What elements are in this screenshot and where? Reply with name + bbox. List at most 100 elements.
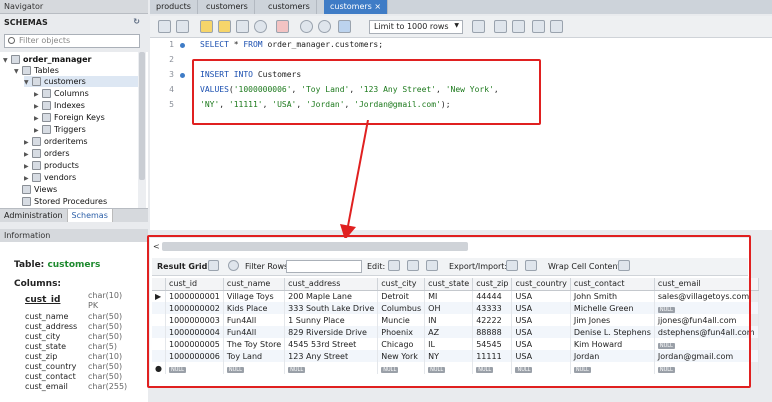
tree-item-views[interactable]: Views — [14, 184, 57, 195]
tab-products[interactable]: products — [150, 0, 198, 14]
scrollbar-thumb[interactable] — [139, 52, 145, 180]
invisible-chars-icon[interactable] — [532, 20, 545, 33]
statement-marker-icon — [180, 73, 185, 78]
collapsed-arrow-icon[interactable]: ▶ — [24, 149, 32, 160]
info-col-name: cust_country — [25, 362, 77, 371]
info-col-type: char(50) — [88, 322, 123, 331]
highlight-box-insert — [192, 59, 541, 125]
rollback-icon[interactable] — [318, 20, 331, 33]
table-icon — [32, 149, 41, 158]
info-col-type: char(50) — [88, 362, 123, 371]
collapsed-arrow-icon[interactable]: ▶ — [34, 89, 42, 100]
stop-icon[interactable] — [254, 20, 267, 33]
expanded-arrow-icon[interactable]: ▼ — [3, 55, 11, 66]
tree-item-foreign-keys[interactable]: ▶ Foreign Keys — [34, 112, 105, 123]
tree-item-triggers[interactable]: ▶ Triggers — [34, 124, 86, 135]
info-col-name: cust_city — [25, 332, 61, 341]
tab-administration[interactable]: Administration — [0, 209, 67, 222]
wrap-lines-icon[interactable] — [550, 20, 563, 33]
info-col-type: char(50) — [88, 372, 123, 381]
collapsed-arrow-icon[interactable]: ▶ — [24, 161, 32, 172]
table-icon — [32, 173, 41, 182]
line-number: 4 — [169, 85, 174, 94]
procedures-icon — [22, 197, 31, 206]
close-tab-icon[interactable]: × — [374, 2, 381, 11]
info-col-type: char(5) — [88, 342, 117, 351]
collapsed-arrow-icon[interactable]: ▶ — [34, 101, 42, 112]
explain-icon[interactable] — [236, 20, 249, 33]
info-col-name: cust_id — [25, 295, 61, 305]
filter-input[interactable]: Filter objects — [4, 34, 140, 48]
columns-icon — [42, 89, 51, 98]
info-col-type: char(10) — [88, 352, 123, 361]
table-icon — [32, 161, 41, 170]
tree-item-vendors[interactable]: ▶ vendors — [24, 172, 76, 183]
open-file-icon[interactable] — [158, 20, 171, 33]
line-number: 2 — [169, 55, 174, 64]
chevron-down-icon: ▼ — [454, 22, 459, 29]
navigator-title: Navigator — [4, 2, 44, 11]
collapsed-arrow-icon[interactable]: ▶ — [24, 137, 32, 148]
table-icon — [32, 137, 41, 146]
tree-item-customers[interactable]: ▼ customers — [24, 76, 138, 87]
execute-current-icon[interactable] — [218, 20, 231, 33]
info-table-name: customers — [47, 260, 101, 270]
navigator-tabs: Administration Schemas — [0, 208, 148, 222]
tab-customers-2[interactable]: customers — [262, 0, 317, 14]
search-icon — [8, 37, 15, 44]
info-table-line: Table: customers — [14, 260, 101, 270]
commit-icon[interactable] — [300, 20, 313, 33]
navigator-header: Navigator — [0, 0, 148, 14]
save-icon[interactable] — [176, 20, 189, 33]
information-label: Information — [4, 231, 51, 240]
schemas-label: SCHEMAS — [4, 18, 48, 27]
foreign-keys-icon — [42, 113, 51, 122]
info-col-extra: PK — [88, 301, 99, 310]
tab-customers-active[interactable]: customers × — [324, 0, 389, 14]
find-icon[interactable] — [512, 20, 525, 33]
tree-item-db[interactable]: ▼ order_manager — [3, 54, 91, 65]
limit-rows-select[interactable]: Limit to 1000 rows ▼ — [369, 20, 463, 34]
info-col-name: cust_address — [25, 322, 78, 331]
tree-item-products[interactable]: ▶ products — [24, 160, 79, 171]
tab-schemas[interactable]: Schemas — [66, 209, 113, 222]
highlight-box-result — [147, 235, 751, 388]
schemas-header: SCHEMAS ↻ — [0, 17, 148, 31]
sql-toolbar: Limit to 1000 rows ▼ — [150, 16, 772, 38]
triggers-icon — [42, 125, 51, 134]
tree-item-orders[interactable]: ▶ orders — [24, 148, 70, 159]
info-col-name: cust_name — [25, 312, 69, 321]
indexes-icon — [42, 101, 51, 110]
info-columns-label: Columns: — [14, 279, 62, 289]
views-icon — [22, 185, 31, 194]
line-number: 5 — [169, 100, 174, 109]
toggle-error-icon[interactable] — [276, 20, 289, 33]
info-col-type: char(255) — [88, 382, 128, 391]
expanded-arrow-icon[interactable]: ▼ — [24, 77, 32, 88]
info-col-name: cust_state — [25, 342, 67, 351]
tree-item-indexes[interactable]: ▶ Indexes — [34, 100, 85, 111]
tree-item-columns[interactable]: ▶ Columns — [34, 88, 89, 99]
tree-item-orderitems[interactable]: ▶ orderitems — [24, 136, 88, 147]
favorite-icon[interactable] — [472, 20, 485, 33]
execute-icon[interactable] — [200, 20, 213, 33]
tree-item-stored-procedures[interactable]: Stored Procedures — [14, 196, 107, 207]
statement-marker-icon — [180, 43, 185, 48]
table-icon — [32, 77, 41, 86]
refresh-icon[interactable]: ↻ — [133, 17, 140, 26]
collapsed-arrow-icon[interactable]: ▶ — [34, 125, 42, 136]
expanded-arrow-icon[interactable]: ▼ — [14, 66, 22, 77]
tree-item-tables[interactable]: ▼ Tables — [14, 65, 59, 76]
information-panel: Table: customers Columns: cust_id char(1… — [0, 242, 148, 402]
collapsed-arrow-icon[interactable]: ▶ — [34, 113, 42, 124]
database-icon — [11, 55, 20, 64]
collapsed-arrow-icon[interactable]: ▶ — [24, 173, 32, 184]
autocommit-icon[interactable] — [338, 20, 351, 33]
info-col-type: char(50) — [88, 332, 123, 341]
beautify-icon[interactable] — [494, 20, 507, 33]
tree-scrollbar[interactable] — [138, 52, 146, 208]
info-col-type: char(10) — [88, 291, 123, 300]
tab-customers-1[interactable]: customers — [200, 0, 255, 14]
info-col-name: cust_contact — [25, 372, 76, 381]
folder-icon — [22, 66, 31, 75]
